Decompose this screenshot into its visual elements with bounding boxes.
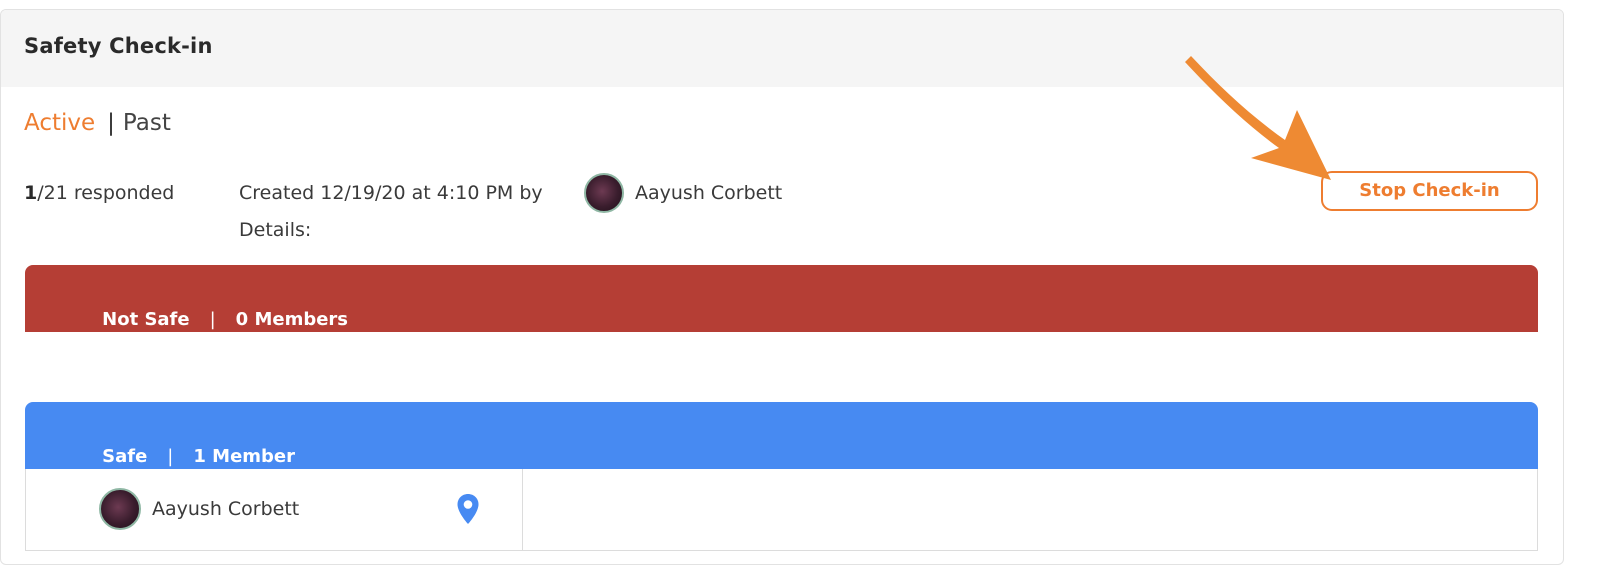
not-safe-count: 0 Members [235, 309, 349, 330]
card-title: Safety Check-in [24, 34, 213, 58]
not-safe-group-header[interactable]: Not Safe | 0 Members [25, 265, 1538, 332]
tab-separator: | [107, 110, 115, 136]
not-safe-separator: | [209, 309, 216, 330]
list-item[interactable]: Aayush Corbett [26, 469, 523, 550]
avatar [99, 488, 141, 530]
details-label: Details: [239, 219, 312, 241]
status-tabs: Active | Past [24, 110, 171, 136]
creator-name: Aayush Corbett [635, 182, 783, 204]
not-safe-label: Not Safe [102, 309, 190, 330]
safe-members-table: Aayush Corbett [25, 469, 1538, 551]
card-header: Safety Check-in [1, 10, 1563, 87]
stop-checkin-button[interactable]: Stop Check-in [1321, 171, 1538, 211]
member-name: Aayush Corbett [152, 498, 300, 520]
responded-count: 1 [24, 182, 38, 204]
safe-separator: | [167, 446, 174, 467]
tab-past[interactable]: Past [123, 110, 171, 136]
creator-avatar [584, 173, 624, 213]
tab-active[interactable]: Active [24, 110, 95, 136]
page: Safety Check-in Active | Past 1/21 respond… [0, 0, 1600, 566]
responded-summary: 1/21 responded [24, 182, 174, 204]
responded-total: /21 responded [37, 182, 175, 204]
safe-label: Safe [102, 446, 148, 467]
safe-count: 1 Member [193, 446, 296, 467]
safe-group-header[interactable]: Safe | 1 Member [25, 402, 1538, 469]
location-pin-icon[interactable] [456, 493, 480, 525]
safety-checkin-card: Safety Check-in Active | Past 1/21 respond… [0, 9, 1564, 565]
created-info: Created 12/19/20 at 4:10 PM by [239, 182, 543, 204]
